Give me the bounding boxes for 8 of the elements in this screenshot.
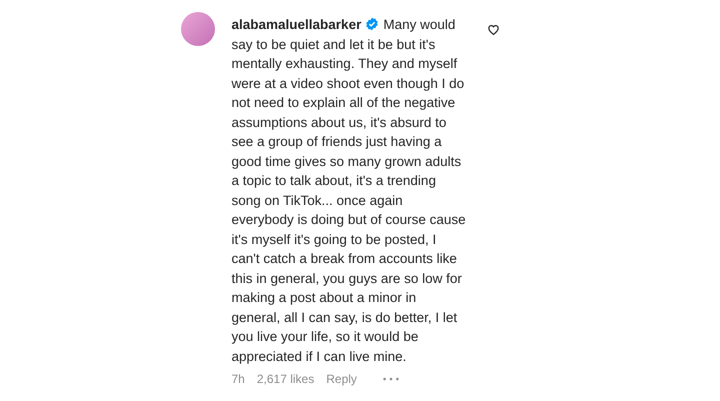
username-link[interactable]: alabamaluellabarker [232, 17, 362, 32]
more-options-icon[interactable] [382, 377, 399, 381]
comment-text: alabamaluellabarker Many would say to be quiet and let it be but it's mentally exhausting. They and myself were at a video shoot even though I do not need to explain all of the negative assumptions about us, it's absurd to see a group of friends just having a good time gives so many grown adults a topic to talk about, it's a trending song on TikTok... once again everybody is doing but of course cause it's myself it's going to be posted, I can't catch a break from accounts like this in general, you guys are so low for making a post about a minor in general, all I can say, is do better, I let you live your life, so it would be appreciated if I can live mine. [232, 16, 467, 366]
time-text: 7h [232, 371, 245, 388]
reply-button[interactable]: Reply [326, 370, 357, 388]
likes-button[interactable]: 2,617 likes [256, 370, 314, 388]
avatar[interactable] [180, 12, 214, 46]
heart-icon[interactable] [486, 23, 500, 36]
